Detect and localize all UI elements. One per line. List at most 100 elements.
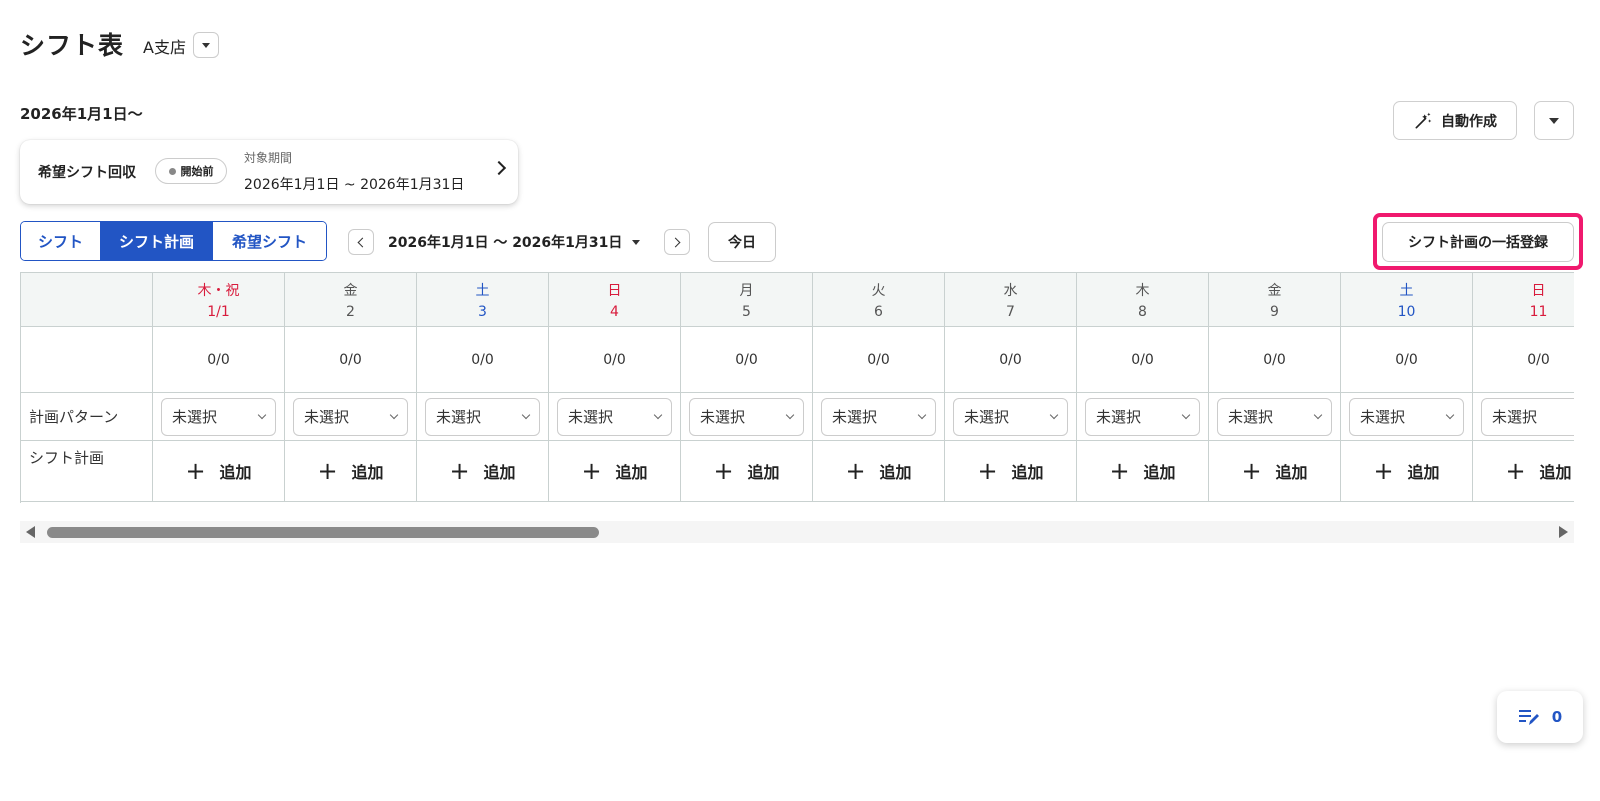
staff-count: 0/0 [681, 327, 813, 393]
pattern-select[interactable]: 未選択 [293, 397, 408, 436]
plus-icon: + [1373, 457, 1394, 485]
staff-count: 0/0 [945, 327, 1077, 393]
pattern-select[interactable]: 未選択 [1217, 397, 1332, 436]
caret-down-icon [1549, 117, 1559, 124]
scroll-left-icon[interactable] [26, 526, 35, 538]
bulk-register-button[interactable]: シフト計画の一括登録 [1382, 222, 1574, 262]
status-badge: 開始前 [155, 158, 227, 184]
pattern-cell: 未選択 [681, 393, 813, 441]
staff-count: 0/0 [417, 327, 549, 393]
scroll-right-icon[interactable] [1559, 526, 1568, 538]
pattern-cell: 未選択 [1209, 393, 1341, 441]
staff-count: 0/0 [1209, 327, 1341, 393]
period-heading: 2026年1月1日〜 [20, 105, 143, 123]
weekday-label: 金 [1267, 282, 1282, 299]
chevron-down-icon [1445, 410, 1455, 420]
chevron-down-icon [785, 410, 795, 420]
date-label: 9 [1270, 303, 1279, 320]
status-label: 開始前 [180, 165, 214, 178]
prev-period-button[interactable] [348, 229, 374, 255]
add-label: 追加 [1407, 463, 1440, 482]
weekday-label: 土 [475, 282, 490, 299]
view-tabs: シフト シフト計画 希望シフト [20, 221, 327, 261]
pattern-select[interactable]: 未選択 [161, 397, 276, 436]
pattern-cell: 未選択 [1341, 393, 1473, 441]
add-shift-plan-button[interactable]: + 追加 [1473, 441, 1574, 502]
pattern-select[interactable]: 未選択 [953, 397, 1068, 436]
add-shift-plan-button[interactable]: + 追加 [681, 441, 813, 502]
date-range-dropdown-icon[interactable] [632, 240, 640, 245]
add-shift-plan-button[interactable]: + 追加 [813, 441, 945, 502]
pattern-select[interactable]: 未選択 [425, 397, 540, 436]
horizontal-scrollbar[interactable] [20, 521, 1574, 543]
plus-icon: + [713, 457, 734, 485]
add-shift-plan-button[interactable]: + 追加 [1209, 441, 1341, 502]
notes-count: 0 [1551, 708, 1563, 726]
pattern-select[interactable]: 未選択 [689, 397, 804, 436]
pattern-select[interactable]: 未選択 [557, 397, 672, 436]
plus-icon: + [449, 457, 470, 485]
next-period-button[interactable] [664, 229, 690, 255]
request-card-title: 希望シフト回収 [38, 165, 136, 181]
pattern-select[interactable]: 未選択 [1085, 397, 1200, 436]
auto-create-button[interactable]: 自動作成 [1393, 101, 1517, 140]
day-header: 日4 [549, 272, 681, 327]
pattern-select[interactable]: 未選択 [821, 397, 936, 436]
day-header: 日 11 [1473, 272, 1574, 327]
day-header: 木8 [1077, 272, 1209, 327]
branch-name: A支店 [143, 38, 186, 57]
tab-shift[interactable]: シフト [21, 222, 101, 260]
chevron-left-icon [357, 237, 368, 247]
weekday-label: 日 [1531, 282, 1546, 299]
page-title: シフト表 [20, 31, 125, 60]
day-header: 月5 [681, 272, 813, 327]
day-header: 水7 [945, 272, 1077, 327]
add-label: 追加 [615, 463, 648, 482]
caret-down-icon [202, 42, 210, 48]
add-shift-plan-button[interactable]: + 追加 [549, 441, 681, 502]
weekday-label: 水 [1003, 282, 1018, 299]
tab-shift-request[interactable]: 希望シフト [213, 222, 326, 260]
add-shift-plan-button[interactable]: + 追加 [1077, 441, 1209, 502]
add-shift-plan-button[interactable]: + 追加 [1341, 441, 1473, 502]
period-label: 対象期間 [244, 151, 293, 165]
add-shift-plan-button[interactable]: + 追加 [285, 441, 417, 502]
staff-count: 0/0 [549, 327, 681, 393]
today-button[interactable]: 今日 [708, 222, 776, 262]
pattern-select-value: 未選択 [568, 408, 614, 426]
chevron-down-icon [521, 410, 531, 420]
add-label: 追加 [1539, 463, 1572, 482]
edit-list-icon [1518, 710, 1539, 725]
pattern-select-value: 未選択 [304, 408, 350, 426]
add-label: 追加 [483, 463, 516, 482]
staff-count: 0/0 [1341, 327, 1473, 393]
shift-request-card[interactable]: 希望シフト回収 開始前 対象期間 2026年1月1日 ~ 2026年1月31日 [20, 140, 518, 204]
staff-count: 0/0 [1077, 327, 1209, 393]
staff-count: 0/0 [153, 327, 285, 393]
tab-shift-plan[interactable]: シフト計画 [101, 222, 213, 260]
add-shift-plan-button[interactable]: + 追加 [153, 441, 285, 502]
add-shift-plan-button[interactable]: + 追加 [417, 441, 549, 502]
pattern-cell: 未選択 [549, 393, 681, 441]
date-label: 11 [1529, 303, 1548, 320]
plus-icon: + [845, 457, 866, 485]
pattern-select-value: 未選択 [1492, 408, 1538, 426]
pattern-select[interactable]: 未選択 [1349, 397, 1464, 436]
weekday-label: 木・祝 [197, 282, 240, 299]
date-label: 8 [1138, 303, 1147, 320]
plan-row-label: シフト計画 [21, 441, 153, 502]
date-range-label[interactable]: 2026年1月1日 〜 2026年1月31日 [388, 232, 622, 252]
weekday-label: 火 [871, 282, 886, 299]
date-label: 1/1 [207, 303, 230, 320]
branch-dropdown-button[interactable] [193, 32, 219, 58]
add-shift-plan-button[interactable]: + 追加 [945, 441, 1077, 502]
pattern-select-value: 未選択 [172, 408, 218, 426]
day-header: 木・祝 1/1 [153, 272, 285, 327]
pattern-select[interactable]: 未選択 [1481, 397, 1574, 436]
scrollbar-thumb[interactable] [47, 527, 599, 538]
pattern-cell: 未選択 [1473, 393, 1574, 441]
auto-create-dropdown-button[interactable] [1534, 101, 1574, 140]
notes-counter-button[interactable]: 0 [1497, 691, 1583, 743]
add-label: 追加 [879, 463, 912, 482]
chevron-down-icon [1313, 410, 1323, 420]
